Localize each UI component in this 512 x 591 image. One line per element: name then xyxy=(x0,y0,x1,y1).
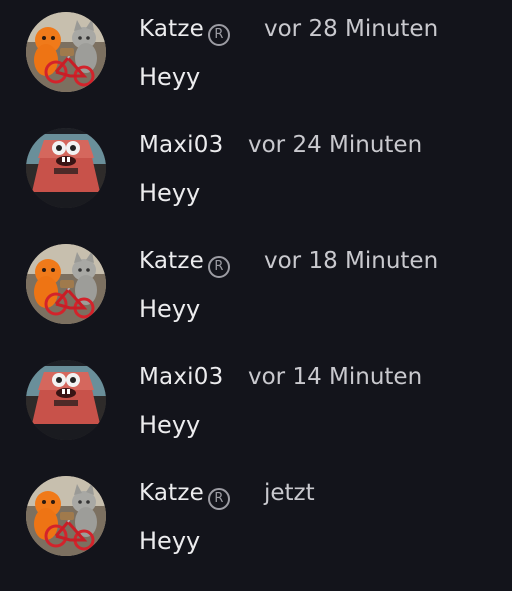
timestamp: jetzt xyxy=(264,480,315,506)
timestamp: vor 28 Minuten xyxy=(264,16,439,42)
username[interactable]: Katze R xyxy=(139,248,231,278)
message-item: Katze R vor 18 Minuten Heyy xyxy=(0,232,512,348)
avatar[interactable] xyxy=(26,360,106,440)
username-text: Maxi03 xyxy=(139,132,224,158)
avatar[interactable] xyxy=(26,12,106,92)
avatar[interactable] xyxy=(26,128,106,208)
message-feed: Katze R vor 28 Minuten Heyy Maxi03 vor 24… xyxy=(0,0,512,591)
username[interactable]: Katze R xyxy=(139,480,231,510)
username[interactable]: Maxi03 xyxy=(139,364,223,390)
message-item: Katze R vor 28 Minuten Heyy xyxy=(0,0,512,116)
message-text: Heyy xyxy=(139,63,201,91)
message-text: Heyy xyxy=(139,179,201,207)
avatar[interactable] xyxy=(26,476,106,556)
registered-badge-icon: R xyxy=(208,24,231,46)
username-text: Katze xyxy=(139,480,205,506)
cat-bicycle-avatar-icon xyxy=(26,12,106,92)
message-text: Heyy xyxy=(139,295,201,323)
cat-bicycle-avatar-icon xyxy=(26,476,106,556)
meme-face-avatar-icon xyxy=(26,128,106,208)
timestamp: vor 18 Minuten xyxy=(264,248,439,274)
avatar[interactable] xyxy=(26,244,106,324)
cat-bicycle-avatar-icon xyxy=(26,244,106,324)
message-text: Heyy xyxy=(139,411,201,439)
registered-badge-icon: R xyxy=(208,488,231,510)
username[interactable]: Katze R xyxy=(139,16,231,46)
meme-face-avatar-icon xyxy=(26,360,106,440)
registered-badge-icon: R xyxy=(208,256,231,278)
message-item: Maxi03 vor 14 Minuten Heyy xyxy=(0,348,512,464)
username-text: Katze xyxy=(139,248,205,274)
message-text: Heyy xyxy=(139,527,201,555)
username-text: Katze xyxy=(139,16,205,42)
timestamp: vor 24 Minuten xyxy=(248,132,423,158)
username[interactable]: Maxi03 xyxy=(139,132,223,158)
message-item: Maxi03 vor 24 Minuten Heyy xyxy=(0,116,512,232)
timestamp: vor 14 Minuten xyxy=(248,364,423,390)
username-text: Maxi03 xyxy=(139,364,224,390)
message-item: Katze R jetzt Heyy xyxy=(0,464,512,580)
